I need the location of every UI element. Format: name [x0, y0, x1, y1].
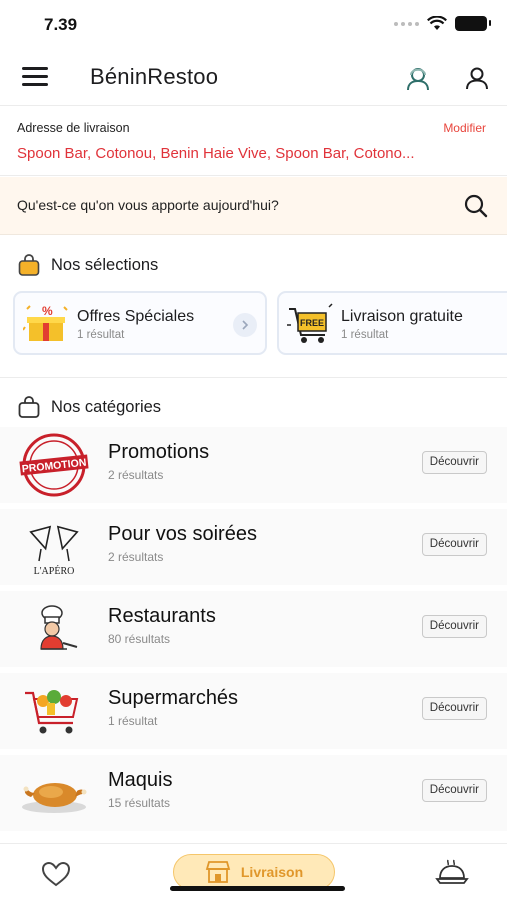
grocery-cart-icon — [25, 690, 79, 734]
selections-title: Nos sélections — [51, 255, 159, 274]
dish-icon[interactable] — [435, 858, 469, 888]
app-title: BéninRestoo — [90, 64, 219, 89]
discover-button[interactable]: Découvrir — [421, 779, 487, 802]
status-bar: 7.39 — [0, 0, 507, 50]
category-title: Supermarchés — [108, 687, 239, 709]
category-count: 2 résultats — [108, 468, 164, 482]
search-placeholder: Qu'est-ce qu'on vous apporte aujourd'hui… — [17, 197, 279, 213]
profile-icon[interactable] — [463, 64, 491, 92]
category-row-restaurants[interactable]: Restaurants 80 résultats Découvrir — [0, 591, 507, 667]
status-icons — [394, 16, 491, 31]
selection-count: 1 résultat — [341, 329, 389, 341]
section-divider — [0, 377, 507, 378]
nav-livraison-label: Livraison — [240, 864, 304, 880]
category-row-soirees[interactable]: L'APÉRO Pour vos soirées 2 résultats Déc… — [0, 509, 507, 585]
delivery-label: Adresse de livraison — [17, 121, 130, 135]
battery-icon — [455, 16, 491, 31]
promotion-stamp-icon: PROMOTION — [19, 433, 89, 497]
support-agent-icon[interactable] — [404, 64, 432, 92]
shopping-bag-outline-icon — [18, 396, 40, 418]
categories-header: Nos catégories — [17, 395, 161, 419]
home-indicator — [170, 886, 345, 891]
signal-icon — [394, 21, 419, 26]
selections-header: Nos sélections — [17, 253, 158, 277]
delivery-address-text[interactable]: Spoon Bar, Cotonou, Benin Haie Vive, Spo… — [17, 145, 493, 162]
selection-title: Livraison gratuite — [341, 308, 463, 325]
shopping-bag-icon — [18, 254, 40, 276]
nav-livraison-tab[interactable]: Livraison — [173, 854, 335, 890]
discover-button[interactable]: Découvrir — [421, 697, 487, 720]
selection-count: 1 résultat — [77, 329, 125, 341]
store-icon — [205, 861, 231, 883]
apero-text: L'APÉRO — [34, 565, 75, 577]
app-header: BéninRestoo — [0, 52, 507, 106]
category-row-maquis[interactable]: Maquis 15 résultats Découvrir — [0, 755, 507, 831]
apero-glasses-icon: L'APÉRO — [29, 525, 79, 577]
search-bar[interactable]: Qu'est-ce qu'on vous apporte aujourd'hui… — [0, 177, 507, 235]
discover-button[interactable]: Découvrir — [421, 533, 487, 556]
free-delivery-cart-icon: FREE — [287, 303, 333, 343]
category-row-promotions[interactable]: PROMOTION Promotions 2 résultats Découvr… — [0, 427, 507, 503]
category-count: 1 résultat — [108, 714, 158, 728]
discover-button[interactable]: Découvrir — [421, 451, 487, 474]
selection-title: Offres Spéciales — [77, 308, 195, 325]
roast-chicken-icon — [22, 783, 87, 813]
selection-card-livraison-gratuite[interactable]: FREE Livraison gratuite 1 résultat — [277, 291, 507, 355]
chevron-right-icon[interactable] — [233, 313, 257, 337]
categories-title: Nos catégories — [51, 397, 162, 416]
bottom-nav: Livraison — [0, 843, 507, 900]
category-title: Maquis — [108, 769, 173, 791]
delivery-address-section: Adresse de livraison Modifier Spoon Bar,… — [0, 106, 507, 176]
category-title: Restaurants — [108, 605, 216, 627]
search-icon[interactable] — [463, 193, 489, 219]
wifi-icon — [427, 16, 447, 30]
chef-icon — [40, 605, 78, 650]
category-count: 2 résultats — [108, 550, 164, 564]
category-row-supermarches[interactable]: Supermarchés 1 résultat Découvrir — [0, 673, 507, 749]
category-count: 80 résultats — [108, 632, 171, 646]
category-title: Promotions — [108, 441, 210, 463]
discover-button[interactable]: Découvrir — [421, 615, 487, 638]
selection-card-offres-speciales[interactable]: % Offres Spéciales 1 résultat — [13, 291, 267, 355]
status-time: 7.39 — [44, 15, 78, 34]
hamburger-menu-icon[interactable] — [22, 67, 48, 89]
heart-icon[interactable] — [40, 860, 72, 888]
svg-text:%: % — [42, 304, 53, 318]
svg-text:FREE: FREE — [300, 318, 324, 328]
selections-carousel[interactable]: % Offres Spéciales 1 résultat FREE Livra… — [13, 291, 507, 357]
category-count: 15 résultats — [108, 796, 171, 810]
gift-percent-icon: % — [23, 304, 68, 341]
category-title: Pour vos soirées — [108, 523, 257, 545]
modify-address-link[interactable]: Modifier — [443, 121, 486, 135]
